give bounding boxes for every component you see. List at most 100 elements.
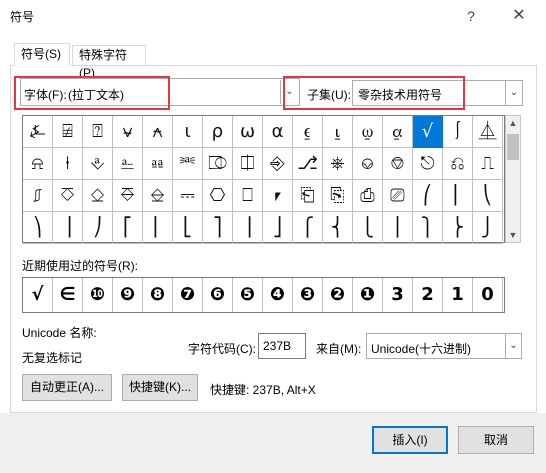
symbol-cell[interactable]: ⎬ [443,212,473,244]
symbol-cell[interactable]: ⍶ [383,116,413,148]
symbol-cell[interactable]: ⎔ [203,180,233,212]
symbol-cell[interactable]: ⍯ [53,116,83,148]
symbol-cell[interactable]: ⎜ [443,180,473,212]
symbol-cell[interactable]: ⎕ [233,180,263,212]
symbol-cell[interactable]: ⎓ [173,180,203,212]
symbol-cell[interactable]: ⎭ [473,212,503,244]
symbol-cell[interactable]: ⎘ [323,180,353,212]
symbol-cell[interactable]: ⎝ [473,180,503,212]
symbol-cell[interactable]: ⎟ [53,212,83,244]
recent-symbol-cell[interactable]: ❶ [353,278,383,312]
chevron-down-icon[interactable]: ⌄ [505,81,522,105]
help-button[interactable]: ? [456,4,486,28]
symbol-cell[interactable]: ⎢ [143,212,173,244]
recent-symbol-cell[interactable]: 2 [413,278,443,312]
symbol-cell[interactable]: ⎣ [173,212,203,244]
insert-button[interactable]: 插入(I) [372,426,448,454]
symbol-cell[interactable]: ⍼ [23,116,53,148]
recent-symbol-cell[interactable]: ❺ [233,278,263,312]
symbol-cell[interactable]: ⎁ [113,148,143,180]
tab-special-characters[interactable]: 特殊字符(P) [72,45,146,80]
symbol-cell[interactable]: ⎈ [323,148,353,180]
recent-symbol-cell[interactable]: 3 [383,278,413,312]
symbol-cell[interactable]: ⎦ [263,212,293,244]
symbol-cell[interactable]: ⍰ [83,116,113,148]
shortcut-key-button[interactable]: 快捷键(K)... [122,374,198,401]
symbol-cell[interactable]: ⎛ [413,180,443,212]
symbol-cell[interactable]: ⍴ [203,116,233,148]
symbol-cell[interactable]: ⍲ [143,116,173,148]
symbol-cell[interactable]: ⍱ [113,116,143,148]
symbol-cell[interactable]: ⎧ [293,212,323,244]
symbol-cell[interactable]: ⎪ [383,212,413,244]
symbol-cell[interactable]: ⎃ [173,148,203,180]
char-code-label: 字符代码(C): [188,342,256,356]
symbol-cell[interactable]: ⎫ [413,212,443,244]
autocorrect-button[interactable]: 自动更正(A)... [22,374,112,401]
recent-symbol-cell[interactable]: ❸ [293,278,323,312]
symbol-cell[interactable]: ⎖ [263,180,293,212]
symbol-cell[interactable]: ⎞ [23,212,53,244]
recent-symbol-cell[interactable]: 0 [473,278,503,312]
symbol-cell[interactable]: ⎄ [203,148,233,180]
symbol-cell[interactable]: ⎋ [413,148,443,180]
symbol-cell[interactable]: ⎉ [353,148,383,180]
symbol-cell[interactable]: ⍺ [263,116,293,148]
recent-symbol-cell[interactable]: ❿ [83,278,113,312]
symbol-cell[interactable]: ⎚ [383,180,413,212]
symbol-cell[interactable]: ⍵ [233,116,263,148]
symbol-cell[interactable]: ⎥ [233,212,263,244]
recent-symbol-cell[interactable]: ❾ [113,278,143,312]
symbol-grid-scrollbar[interactable]: ▲ ▼ [505,115,521,243]
recent-symbol-cell[interactable]: 1 [443,278,473,312]
symbol-cell[interactable]: ⎀ [83,148,113,180]
symbol-cell[interactable]: ⎂ [143,148,173,180]
symbol-cell[interactable]: ⍹ [353,116,383,148]
char-code-input[interactable]: 237B [258,333,306,359]
recent-symbol-cell[interactable]: ❷ [323,278,353,312]
symbol-cell[interactable]: ⎑ [113,180,143,212]
scroll-up-icon[interactable]: ▲ [506,116,520,130]
symbol-cell[interactable]: ⎨ [323,212,353,244]
from-label: 来自(M): [316,342,362,356]
symbol-cell[interactable]: ⎌ [443,148,473,180]
tab-symbols[interactable]: 符号(S) [14,43,70,66]
recent-symbol-cell[interactable]: √ [23,278,53,312]
symbol-cell[interactable]: ⍷ [293,116,323,148]
symbol-cell[interactable]: ⎩ [353,212,383,244]
symbol-cell[interactable]: ⎙ [353,180,383,212]
recent-symbol-cell[interactable]: ∈ [53,278,83,312]
recent-symbol-cell[interactable]: ❼ [173,278,203,312]
symbol-cell[interactable]: ⍿ [53,148,83,180]
symbol-cell[interactable]: ⎇ [293,148,323,180]
symbol-cell[interactable]: ⎒ [143,180,173,212]
symbol-cell[interactable]: ⎐ [83,180,113,212]
symbol-cell[interactable]: ⎤ [203,212,233,244]
symbol-cell[interactable]: ⎡ [113,212,143,244]
shortcut-key-text: 快捷键: 237B, Alt+X [210,383,316,397]
unicode-name-label: Unicode 名称: [22,326,97,340]
symbol-cell[interactable]: ⎍ [473,148,503,180]
recent-symbol-cell[interactable]: ❹ [263,278,293,312]
cancel-button[interactable]: 取消 [458,426,534,454]
symbol-cell[interactable]: ⍳ [173,116,203,148]
symbol-cell[interactable]: ⎗ [293,180,323,212]
scroll-thumb[interactable] [507,134,519,160]
recent-symbols-label: 近期使用过的符号(R): [22,259,138,273]
close-button[interactable]: ✕ [504,4,534,28]
symbol-cell[interactable]: ⏅ [473,116,503,148]
recent-symbol-cell[interactable]: ❻ [203,278,233,312]
symbol-cell[interactable]: ⍾ [23,148,53,180]
chevron-down-icon[interactable]: ⌄ [505,334,521,358]
symbol-cell[interactable]: ⎎ [23,180,53,212]
symbol-cell[interactable]: ⍸ [323,116,353,148]
symbol-cell[interactable]: ⎏ [53,180,83,212]
symbol-cell[interactable]: ⎆ [263,148,293,180]
scroll-down-icon[interactable]: ▼ [506,228,520,242]
symbol-cell[interactable]: √ [413,116,443,148]
symbol-cell[interactable]: ⎊ [383,148,413,180]
recent-symbol-cell[interactable]: ❽ [143,278,173,312]
symbol-cell[interactable]: ⎠ [83,212,113,244]
symbol-cell[interactable]: ⎅ [233,148,263,180]
symbol-cell[interactable]: ⎰ [443,116,473,148]
